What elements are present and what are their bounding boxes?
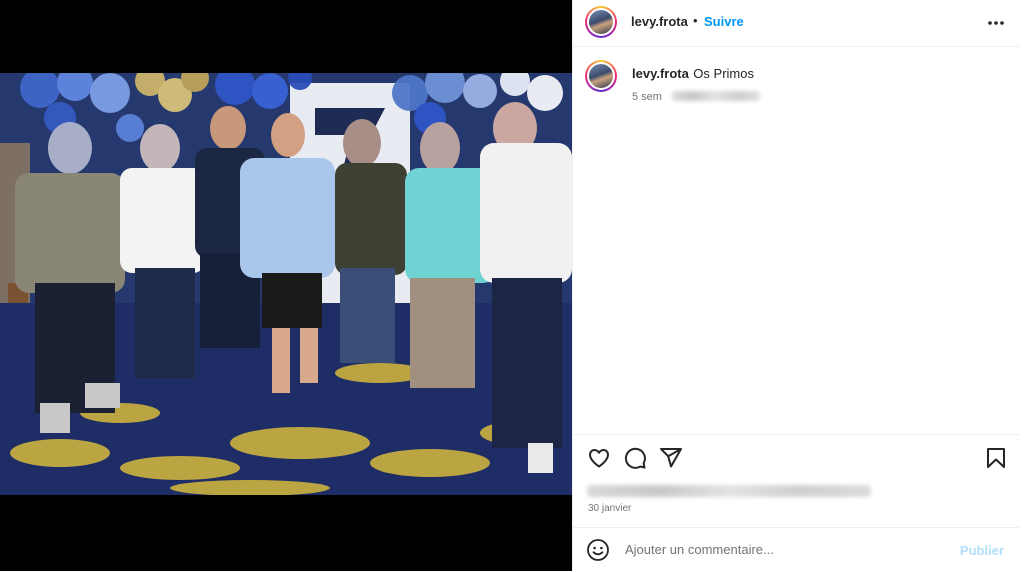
bookmark-icon[interactable]: [984, 446, 1008, 475]
publish-button[interactable]: Publier: [960, 543, 1004, 558]
caption-avatar[interactable]: [585, 60, 617, 92]
follow-button[interactable]: Suivre: [704, 14, 744, 29]
caption: levy.frota Os Primos: [632, 65, 754, 83]
caption-meta: 5 sem: [632, 87, 761, 105]
post-age: 5 sem: [632, 91, 662, 103]
post-media: [0, 0, 572, 571]
post-header: levy.frota • Suivre: [573, 0, 1020, 47]
more-horizontal-icon[interactable]: [986, 13, 1006, 33]
panel-edge: [1019, 0, 1024, 571]
post-side-panel: levy.frota • Suivre levy.frota Os Primos…: [572, 0, 1020, 571]
post-date: 30 janvier: [588, 503, 632, 514]
author-username[interactable]: levy.frota: [631, 14, 688, 29]
action-divider: [573, 434, 1020, 435]
caption-username[interactable]: levy.frota: [632, 66, 689, 81]
header-separator: •: [693, 13, 698, 28]
comment-bar: Publier: [573, 527, 1020, 572]
post-photo[interactable]: [0, 73, 572, 495]
blurred-likes: [587, 485, 871, 497]
blurred-caption-detail: [672, 90, 761, 101]
comment-input[interactable]: [623, 541, 947, 558]
party-photo: [0, 73, 572, 495]
comment-icon[interactable]: [623, 446, 647, 475]
emoji-icon[interactable]: [586, 538, 610, 567]
share-icon[interactable]: [659, 446, 683, 475]
heart-icon[interactable]: [587, 446, 611, 475]
author-avatar[interactable]: [585, 6, 617, 38]
caption-text: Os Primos: [693, 66, 754, 81]
